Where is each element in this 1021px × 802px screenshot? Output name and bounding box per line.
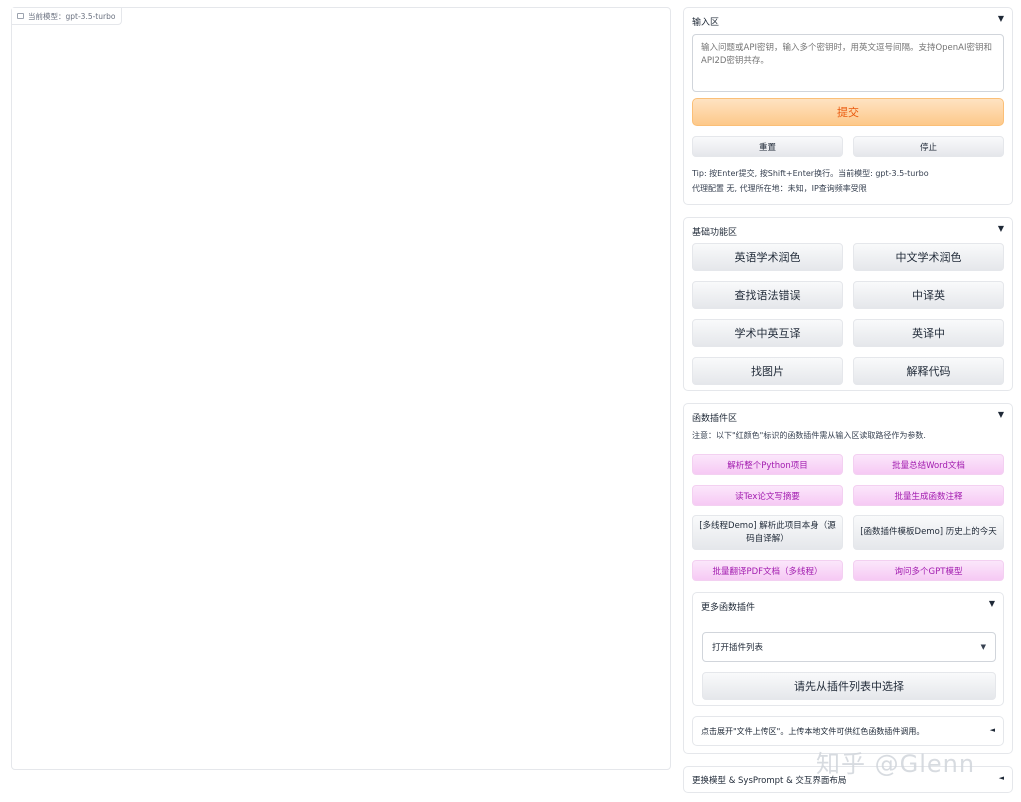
batch-comment-button[interactable]: 批量生成函数注释 <box>853 485 1004 506</box>
collapse-caret-icon[interactable]: ▼ <box>998 14 1004 23</box>
expand-caret-icon[interactable]: ◄ <box>990 726 995 734</box>
more-plugins-section: 更多函数插件 ▼ 打开插件列表 ▼ 请先从插件列表中选择 <box>692 592 1004 706</box>
explain-code-button[interactable]: 解释代码 <box>853 357 1004 385</box>
expand-caret-icon[interactable]: ◄ <box>999 774 1004 782</box>
plugin-section-title: 函数插件区 <box>692 414 738 424</box>
current-model-badge: 当前模型：gpt-3.5-turbo <box>12 8 123 25</box>
file-upload-section[interactable]: 点击展开"文件上传区"。上传本地文件可供红色函数插件调用。 ◄ <box>692 716 1004 746</box>
zhihu-watermark: 知乎 @Glenn <box>816 750 976 778</box>
proxy-status-text: 代理配置 无, 代理所在地：未知，IP查询频率受限 <box>692 184 867 193</box>
en-to-zh-button[interactable]: 英译中 <box>853 319 1004 347</box>
chinese-polish-button[interactable]: 中文学术润色 <box>853 243 1004 271</box>
grammar-check-button[interactable]: 查找语法错误 <box>692 281 843 309</box>
collapse-caret-icon[interactable]: ▼ <box>989 599 995 608</box>
tip-text: Tip: 按Enter提交, 按Shift+Enter换行。当前模型: gpt-… <box>692 169 929 178</box>
plugin-list-selected: 打开插件列表 <box>712 643 764 653</box>
english-polish-button[interactable]: 英语学术润色 <box>692 243 843 271</box>
academic-translate-button[interactable]: 学术中英互译 <box>692 319 843 347</box>
input-section: 输入区 ▼ 提交 重置 停止 Tip: 按Enter提交, 按Shift+Ent… <box>683 7 1013 205</box>
batch-word-summary-button[interactable]: 批量总结Word文档 <box>853 454 1004 475</box>
input-section-title: 输入区 <box>692 18 720 28</box>
chat-icon <box>17 13 24 19</box>
basic-functions-section: 基础功能区 ▼ 英语学术润色 中文学术润色 查找语法错误 中译英 学术中英互译 … <box>683 217 1013 391</box>
chevron-down-icon: ▼ <box>980 643 986 651</box>
chatbot-panel: 当前模型：gpt-3.5-turbo <box>11 7 671 770</box>
ask-multiple-gpt-button[interactable]: 询问多个GPT模型 <box>853 560 1004 581</box>
submit-button[interactable]: 提交 <box>692 98 1004 126</box>
reset-button[interactable]: 重置 <box>692 136 843 157</box>
more-plugins-title: 更多函数插件 <box>701 603 756 613</box>
model-badge-label: 当前模型：gpt-3.5-turbo <box>28 11 116 21</box>
find-image-button[interactable]: 找图片 <box>692 357 843 385</box>
collapse-caret-icon[interactable]: ▼ <box>998 224 1004 233</box>
zh-to-en-button[interactable]: 中译英 <box>853 281 1004 309</box>
upload-hint: 点击展开"文件上传区"。上传本地文件可供红色函数插件调用。 <box>701 727 925 736</box>
parse-python-project-button[interactable]: 解析整个Python项目 <box>692 454 843 475</box>
stop-button[interactable]: 停止 <box>853 136 1004 157</box>
collapse-caret-icon[interactable]: ▼ <box>998 410 1004 419</box>
plugin-list-dropdown[interactable]: 打开插件列表 ▼ <box>702 632 996 662</box>
plugin-note: 注意：以下"红颜色"标识的函数插件需从输入区读取路径作为参数. <box>692 431 926 440</box>
plugin-section: 函数插件区 ▼ 注意：以下"红颜色"标识的函数插件需从输入区读取路径作为参数. … <box>683 403 1013 754</box>
read-tex-abstract-button[interactable]: 读Tex论文写摘要 <box>692 485 843 506</box>
batch-pdf-translate-button[interactable]: 批量翻译PDF文档（多线程） <box>692 560 843 581</box>
basic-section-title: 基础功能区 <box>692 228 738 238</box>
prompt-input[interactable] <box>692 34 1004 92</box>
run-selected-plugin-button[interactable]: 请先从插件列表中选择 <box>702 672 996 700</box>
history-today-demo-button[interactable]: [函数插件模板Demo] 历史上的今天 <box>853 515 1004 550</box>
multithread-demo-button[interactable]: [多线程Demo] 解析此项目本身（源码自译解） <box>692 515 843 550</box>
